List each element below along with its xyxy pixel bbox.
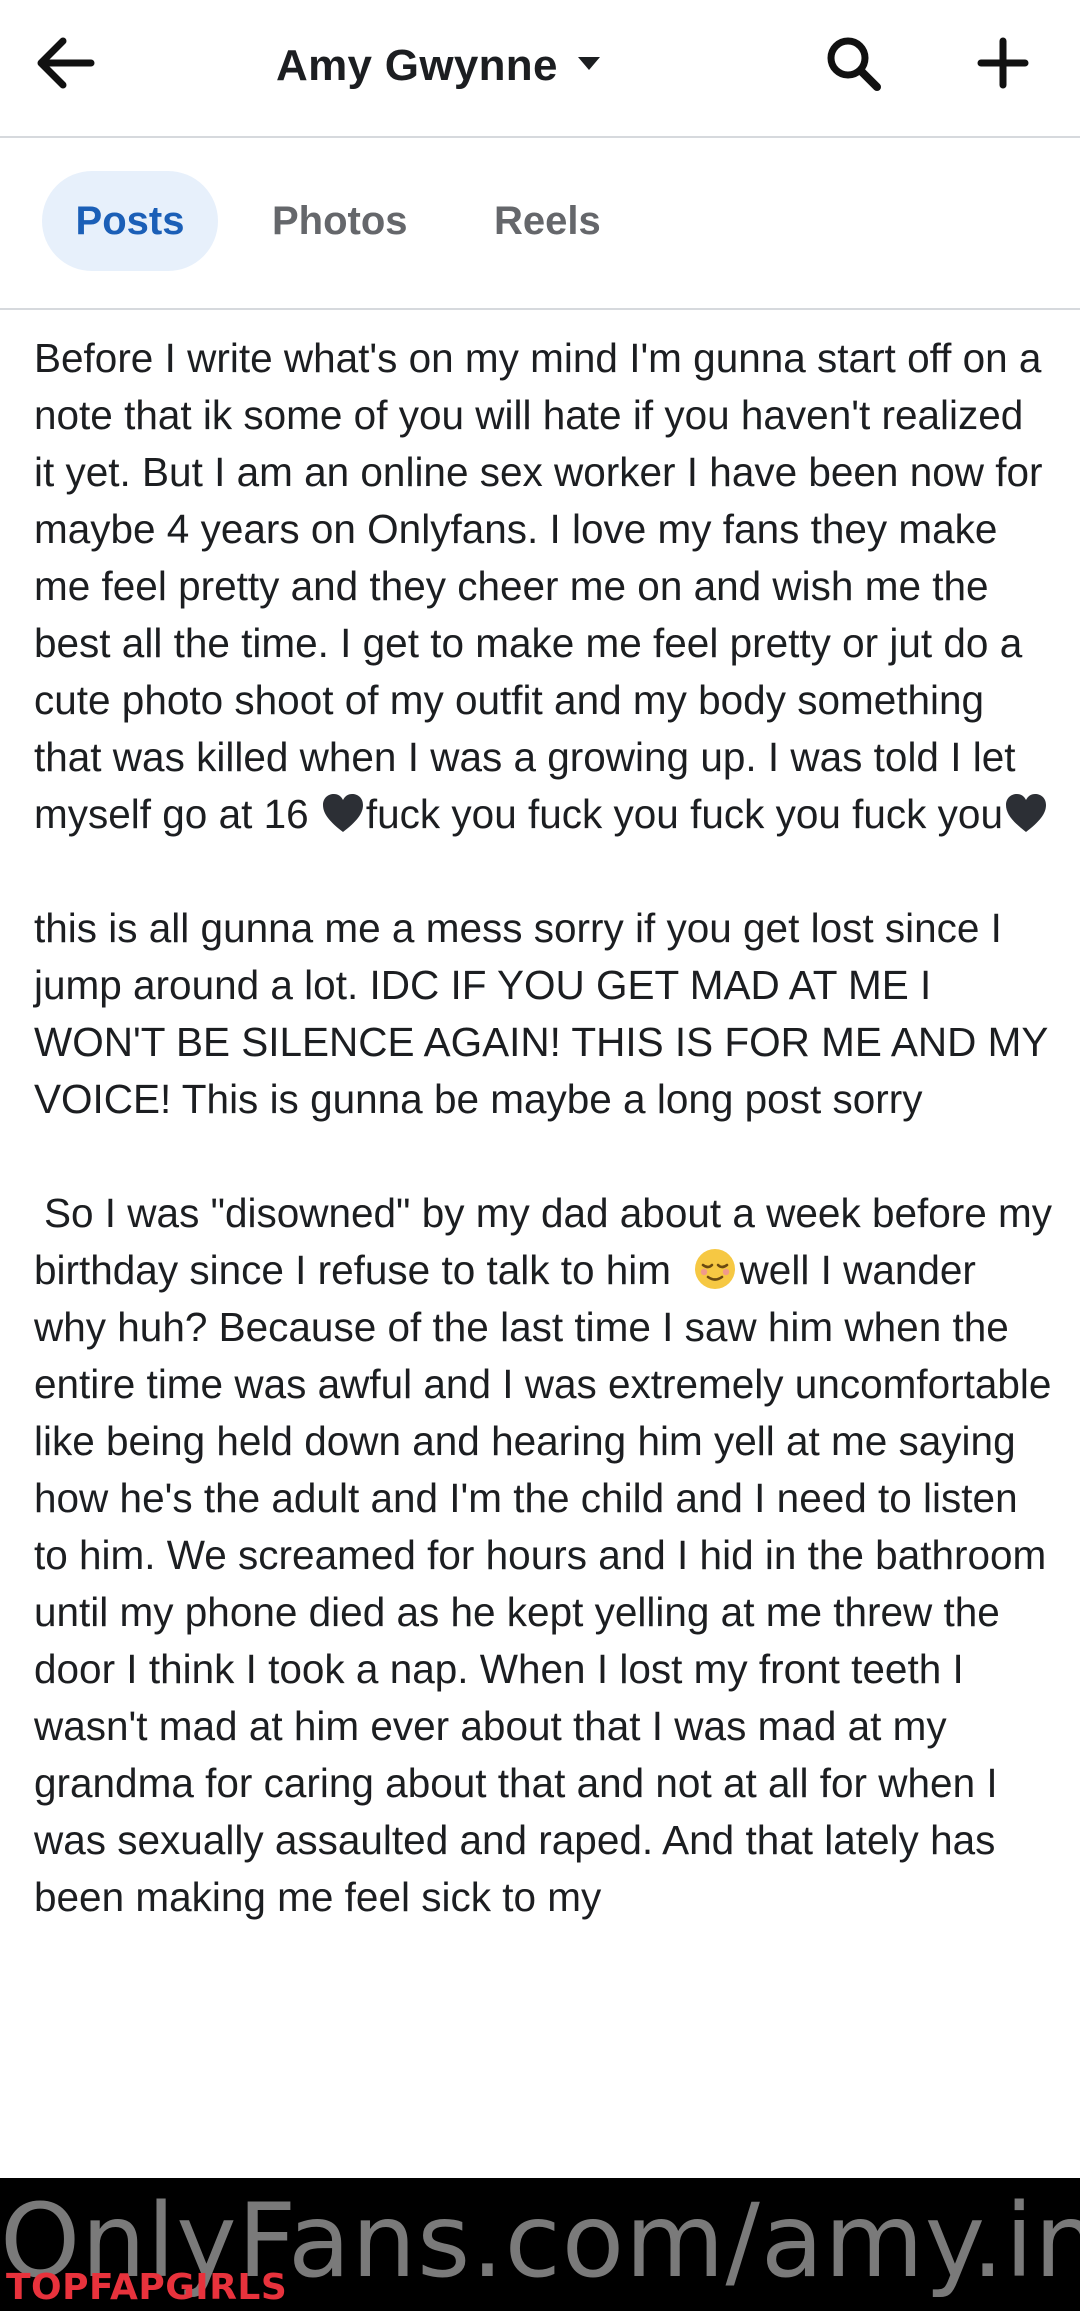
search-button[interactable] — [818, 30, 888, 100]
caret-down-icon — [576, 55, 602, 78]
black-heart-icon — [1003, 790, 1049, 836]
top-app-bar: Amy Gwynne — [0, 0, 1080, 138]
profile-tabs: Posts Photos Reels — [0, 138, 1080, 310]
black-heart-icon — [320, 790, 366, 836]
post-body: Before I write what's on my mind I'm gun… — [34, 330, 1054, 1983]
profile-name-dropdown[interactable]: Amy Gwynne — [276, 36, 602, 96]
post-paragraph: Before I write what's on my mind I'm gun… — [34, 330, 1054, 843]
post-text: this is all gunna me a mess sorry if you… — [34, 905, 1048, 1122]
tab-reels[interactable]: Reels — [494, 171, 601, 271]
post-paragraph: this is all gunna me a mess sorry if you… — [34, 900, 1054, 1128]
post-paragraph: So I was "disowned" by my dad about a we… — [34, 1185, 1054, 1926]
post-text-tail: fuck you fuck you fuck you fuck you — [365, 791, 1003, 837]
add-button[interactable] — [968, 30, 1038, 100]
back-button[interactable] — [30, 30, 100, 100]
relieved-face-icon — [682, 1246, 736, 1292]
brand-watermark: TOPFAPGIRLS — [6, 2267, 288, 2308]
post-text-continued: well I wander why huh? Because of the la… — [34, 1247, 1052, 1920]
post-text: Before I write what's on my mind I'm gun… — [34, 335, 1043, 837]
tab-photos[interactable]: Photos — [272, 171, 408, 271]
search-icon — [823, 33, 883, 98]
profile-name: Amy Gwynne — [276, 41, 558, 90]
arrow-left-icon — [33, 35, 97, 96]
tab-posts[interactable]: Posts — [42, 171, 218, 271]
plus-icon — [977, 37, 1029, 94]
